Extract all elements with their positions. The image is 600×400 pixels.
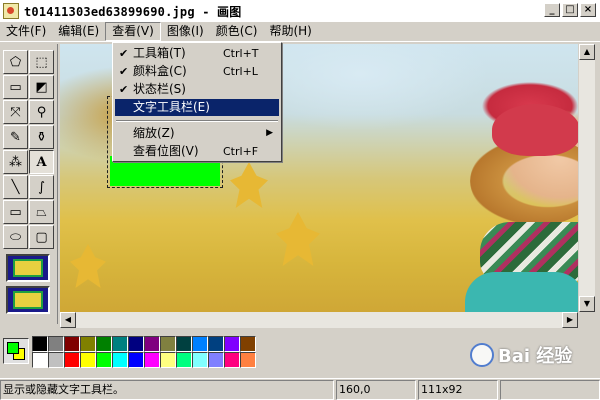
scroll-down-icon[interactable]: ▼ [579, 296, 595, 312]
color-picker-tool-icon[interactable]: ⤧ [3, 100, 28, 124]
vertical-scrollbar[interactable]: ▲ ▼ [578, 44, 595, 312]
eraser-tool-icon[interactable]: ▭ [3, 75, 28, 99]
color-swatch[interactable] [80, 352, 96, 368]
menu-view[interactable]: 查看(V) [105, 22, 161, 41]
color-swatch[interactable] [160, 336, 176, 352]
window-controls: _ □ × [544, 3, 596, 17]
minimize-button[interactable]: _ [544, 3, 560, 17]
color-swatch[interactable] [128, 352, 144, 368]
checkmark-icon: ✔ [119, 47, 129, 60]
menu-file[interactable]: 文件(F) [0, 22, 52, 41]
curve-tool-icon[interactable]: ∫ [29, 175, 54, 199]
color-swatch[interactable] [32, 336, 48, 352]
airbrush-tool-icon[interactable]: ⁂ [3, 150, 28, 174]
color-swatch[interactable] [48, 352, 64, 368]
color-swatch[interactable] [96, 336, 112, 352]
color-swatch[interactable] [224, 336, 240, 352]
color-swatch[interactable] [224, 352, 240, 368]
color-swatch[interactable] [80, 336, 96, 352]
color-swatch[interactable] [192, 336, 208, 352]
menu-help[interactable]: 帮助(H) [263, 22, 317, 41]
paint-app-icon [3, 3, 19, 19]
color-swatch[interactable] [96, 352, 112, 368]
pencil-tool-icon[interactable]: ✎ [3, 125, 28, 149]
color-swatch[interactable] [192, 352, 208, 368]
watermark: Bai 经验 [470, 332, 590, 378]
transparent-option-icon[interactable] [6, 286, 50, 314]
status-selection-size: 111x92 [418, 380, 498, 400]
menu-item-text-toolbar[interactable]: 文字工具栏(E) [115, 99, 279, 116]
title-bar: t01411303ed63899690.jpg - 画图 _ □ × [0, 0, 600, 22]
menu-item-view-bitmap[interactable]: 查看位图(V) Ctrl+F [115, 143, 279, 160]
text-tool-icon[interactable]: A [29, 150, 54, 174]
baidu-paw-icon [470, 343, 494, 367]
close-button[interactable]: × [580, 3, 596, 17]
rectangle-tool-icon[interactable]: ▭ [3, 200, 28, 224]
girl-hat [492, 104, 578, 156]
color-swatch[interactable] [112, 352, 128, 368]
status-coordinates: 160,0 [336, 380, 416, 400]
color-swatch[interactable] [160, 352, 176, 368]
color-swatch[interactable] [208, 352, 224, 368]
swatch-grid [32, 336, 256, 368]
rounded-rect-tool-icon[interactable]: ▢ [29, 225, 54, 249]
color-swatch[interactable] [208, 336, 224, 352]
menu-separator [116, 120, 278, 122]
maximize-button[interactable]: □ [562, 3, 578, 17]
magnifier-tool-icon[interactable]: ⚲ [29, 100, 54, 124]
color-swatch[interactable] [144, 336, 160, 352]
menu-bar: 文件(F) 编辑(E) 查看(V) 图像(I) 颜色(C) 帮助(H) [0, 22, 600, 42]
window-title: t01411303ed63899690.jpg - 画图 [24, 4, 242, 19]
scroll-up-icon[interactable]: ▲ [579, 44, 595, 60]
color-swatch[interactable] [176, 336, 192, 352]
scroll-right-icon[interactable]: ▶ [562, 312, 578, 328]
line-tool-icon[interactable]: ╲ [3, 175, 28, 199]
status-extra [500, 380, 600, 400]
ellipse-tool-icon[interactable]: ⬭ [3, 225, 28, 249]
brush-tool-icon[interactable]: ⚱ [29, 125, 54, 149]
color-swatch[interactable] [32, 352, 48, 368]
menu-item-colorbox[interactable]: ✔ 颜料盒(C) Ctrl+L [115, 63, 279, 80]
menu-edit[interactable]: 编辑(E) [52, 22, 105, 41]
fill-tool-icon[interactable]: ◩ [29, 75, 54, 99]
rect-select-tool-icon[interactable]: ⬚ [29, 50, 54, 74]
scroll-left-icon[interactable]: ◀ [60, 312, 76, 328]
color-swatch[interactable] [64, 336, 80, 352]
view-menu-dropdown: ✔ 工具箱(T) Ctrl+T ✔ 颜料盒(C) Ctrl+L ✔ 状态栏(S)… [112, 42, 282, 162]
color-swatch[interactable] [64, 352, 80, 368]
color-swatch[interactable] [112, 336, 128, 352]
watermark-text: Bai 经验 [498, 346, 573, 367]
polygon-tool-icon[interactable]: ⏢ [29, 200, 54, 224]
status-help-text: 显示或隐藏文字工具栏。 [0, 380, 334, 400]
foreground-color [7, 342, 19, 354]
girl-jacket [465, 272, 578, 312]
color-swatch[interactable] [240, 336, 256, 352]
menu-item-zoom[interactable]: 缩放(Z) ▶ [115, 125, 279, 142]
status-bar: 显示或隐藏文字工具栏。 160,0 111x92 [0, 378, 600, 400]
submenu-arrow-icon: ▶ [266, 128, 273, 138]
color-swatch[interactable] [176, 352, 192, 368]
tool-grid: ⬠ ⬚ ▭ ◩ ⤧ ⚲ ✎ ⚱ ⁂ A ╲ ∫ ▭ ⏢ ⬭ ▢ [3, 50, 54, 249]
color-swatch[interactable] [128, 336, 144, 352]
toolbox: ⬠ ⬚ ▭ ◩ ⤧ ⚲ ✎ ⚱ ⁂ A ╲ ∫ ▭ ⏢ ⬭ ▢ [0, 44, 58, 324]
checkmark-icon: ✔ [119, 65, 129, 78]
color-swatch[interactable] [144, 352, 160, 368]
menu-item-statusbar[interactable]: ✔ 状态栏(S) [115, 81, 279, 98]
menu-item-toolbox[interactable]: ✔ 工具箱(T) Ctrl+T [115, 45, 279, 62]
free-select-tool-icon[interactable]: ⬠ [3, 50, 28, 74]
menu-image[interactable]: 图像(I) [161, 22, 210, 41]
color-swatch[interactable] [48, 336, 64, 352]
opaque-option-icon[interactable] [6, 254, 50, 282]
current-colors [3, 338, 29, 364]
color-swatch[interactable] [240, 352, 256, 368]
horizontal-scrollbar[interactable]: ◀ ▶ [60, 312, 578, 328]
checkmark-icon: ✔ [119, 83, 129, 96]
menu-colors[interactable]: 颜色(C) [210, 22, 264, 41]
